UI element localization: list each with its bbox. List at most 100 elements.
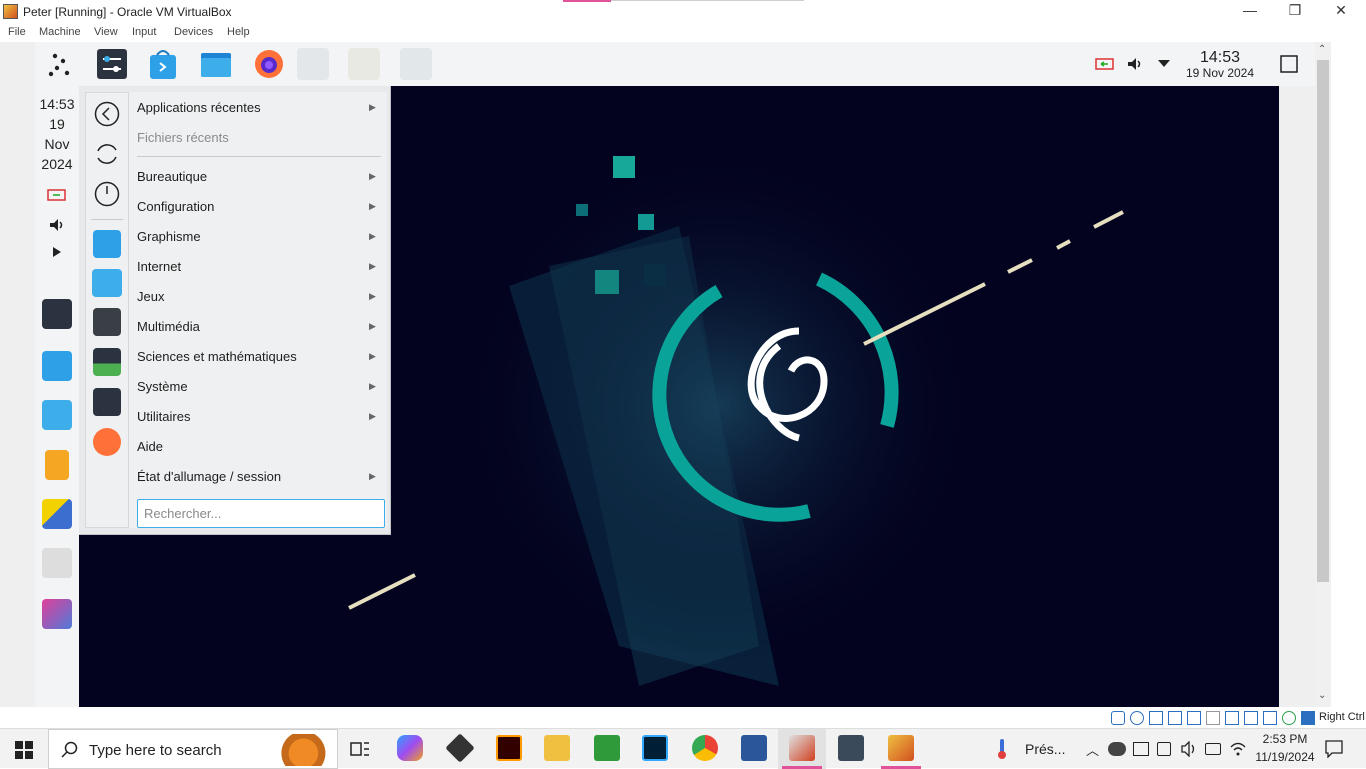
system-settings-icon[interactable] (95, 47, 129, 81)
photoshop-icon[interactable] (642, 735, 668, 761)
battery-status-icon[interactable] (1205, 743, 1221, 755)
menu-item-utilities[interactable]: Utilitaires (137, 409, 190, 424)
volume-icon[interactable] (48, 216, 66, 234)
taskbar-clock-date[interactable]: 11/19/2024 (1250, 750, 1320, 764)
file-manager-icon[interactable] (42, 400, 72, 430)
chrome-icon[interactable] (692, 735, 718, 761)
task-view-icon[interactable] (350, 740, 370, 758)
terminal-icon[interactable] (93, 308, 121, 336)
chevron-right-icon[interactable] (52, 246, 62, 258)
power-icon[interactable] (94, 181, 120, 207)
cpu-icon[interactable] (1244, 711, 1258, 725)
camera-icon[interactable] (1157, 742, 1171, 756)
weather-text[interactable]: Prés... (1025, 741, 1065, 757)
menu-item-settings[interactable]: Configuration (137, 199, 214, 214)
submenu-arrow-icon: ▶ (369, 291, 376, 301)
minimize-button[interactable]: — (1235, 2, 1265, 20)
taskbar-search-box[interactable]: Type here to search (48, 729, 338, 769)
firefox-icon[interactable] (252, 47, 286, 81)
scroll-down-icon[interactable]: ⌄ (1318, 690, 1326, 701)
show-hidden-icons-icon[interactable]: ︿ (1086, 740, 1099, 759)
scroll-up-icon[interactable]: ⌃ (1318, 44, 1326, 55)
discover-store-icon[interactable] (42, 351, 72, 381)
app-window-icon[interactable] (400, 48, 432, 80)
dice-game-icon[interactable] (348, 48, 380, 80)
word-icon[interactable] (741, 735, 767, 761)
file-manager-icon[interactable] (199, 47, 233, 81)
shared-folders-icon[interactable] (1187, 711, 1201, 725)
discover-store-icon[interactable] (146, 47, 180, 81)
battery-icon[interactable] (1095, 57, 1115, 71)
submenu-arrow-icon: ▶ (369, 381, 376, 391)
firefox-icon[interactable] (93, 428, 121, 456)
optical-drive-icon[interactable] (1111, 711, 1125, 725)
notification-center-icon[interactable] (1325, 740, 1343, 758)
spreadsheet-app-icon[interactable] (594, 735, 620, 761)
menu-item-graphics[interactable]: Graphisme (137, 229, 201, 244)
copilot-icon[interactable] (397, 735, 423, 761)
menu-help[interactable]: Help (227, 26, 250, 38)
window-thumbnail-icon[interactable] (297, 48, 329, 80)
network-device-icon[interactable] (1149, 711, 1163, 725)
display-icon[interactable] (1206, 711, 1220, 725)
menu-machine[interactable]: Machine (39, 26, 81, 38)
menu-item-power-session[interactable]: État d'allumage / session (137, 469, 281, 484)
panel-clock-time[interactable]: 14:53 (1178, 49, 1262, 67)
submenu-arrow-icon: ▶ (369, 201, 376, 211)
onedrive-icon[interactable] (1108, 742, 1126, 756)
chess-game-icon[interactable] (42, 548, 72, 578)
menu-devices[interactable]: Devices (174, 26, 213, 38)
wifi-icon[interactable] (1230, 741, 1246, 757)
menu-item-science[interactable]: Sciences et mathématiques (137, 349, 297, 364)
menu-item-multimedia[interactable]: Multimédia (137, 319, 200, 334)
system-settings-icon[interactable] (93, 388, 121, 416)
git-client-icon[interactable] (445, 733, 475, 763)
speaker-icon[interactable] (1180, 741, 1198, 757)
panel-clock-date[interactable]: 19 Nov 2024 (1178, 66, 1262, 80)
puzzle-game-icon[interactable] (42, 499, 72, 529)
display-settings-icon[interactable] (1133, 742, 1149, 756)
illustrator-icon[interactable] (496, 735, 522, 761)
reload-icon[interactable] (94, 141, 120, 167)
app-menu-search-input[interactable] (137, 499, 385, 528)
windows-start-icon[interactable] (15, 741, 33, 759)
media-player-icon[interactable] (42, 599, 72, 629)
menu-item-games[interactable]: Jeux (137, 289, 164, 304)
back-icon[interactable] (94, 101, 120, 127)
discover-store-icon[interactable] (93, 230, 121, 258)
menu-view[interactable]: View (94, 26, 118, 38)
git-gui-icon[interactable] (789, 735, 815, 761)
taskbar-clock-time[interactable]: 2:53 PM (1254, 732, 1316, 746)
file-manager-icon[interactable] (92, 269, 122, 297)
taskbar-search-text: Type here to search (89, 742, 222, 759)
maximize-button[interactable]: ❐ (1280, 2, 1310, 20)
menu-item-recent-apps[interactable]: Applications récentes (137, 100, 261, 115)
show-desktop-icon[interactable] (1280, 55, 1298, 73)
battery-icon[interactable] (47, 188, 67, 202)
menu-item-help[interactable]: Aide (137, 439, 163, 454)
left-clock-month: Nov (44, 136, 70, 152)
close-button[interactable]: ✕ (1326, 2, 1356, 20)
mouse-integration-icon[interactable] (1282, 711, 1296, 725)
guest-additions-icon[interactable] (1263, 711, 1277, 725)
virtualbox-vm-icon[interactable] (888, 735, 914, 761)
thermometer-icon[interactable] (995, 738, 1009, 760)
usb-device-icon[interactable] (1168, 711, 1182, 725)
application-launcher-icon[interactable] (43, 47, 77, 81)
system-monitor-icon[interactable] (93, 348, 121, 376)
menu-file[interactable]: File (8, 26, 26, 38)
menu-item-office[interactable]: Bureautique (137, 169, 207, 184)
menu-input[interactable]: Input (132, 26, 156, 38)
chevron-down-icon[interactable] (1157, 59, 1171, 69)
keyboard-capture-icon[interactable] (1301, 711, 1315, 725)
scrollbar-thumb[interactable] (1317, 60, 1329, 582)
audio-device-icon[interactable] (1130, 711, 1144, 725)
system-settings-icon[interactable] (42, 299, 72, 329)
file-explorer-icon[interactable] (544, 735, 570, 761)
volume-icon[interactable] (1126, 55, 1144, 73)
menu-item-system[interactable]: Système (137, 379, 188, 394)
recording-icon[interactable] (1225, 711, 1239, 725)
virtualbox-manager-icon[interactable] (838, 735, 864, 761)
office-app-icon[interactable] (45, 450, 69, 480)
menu-item-internet[interactable]: Internet (137, 259, 181, 274)
